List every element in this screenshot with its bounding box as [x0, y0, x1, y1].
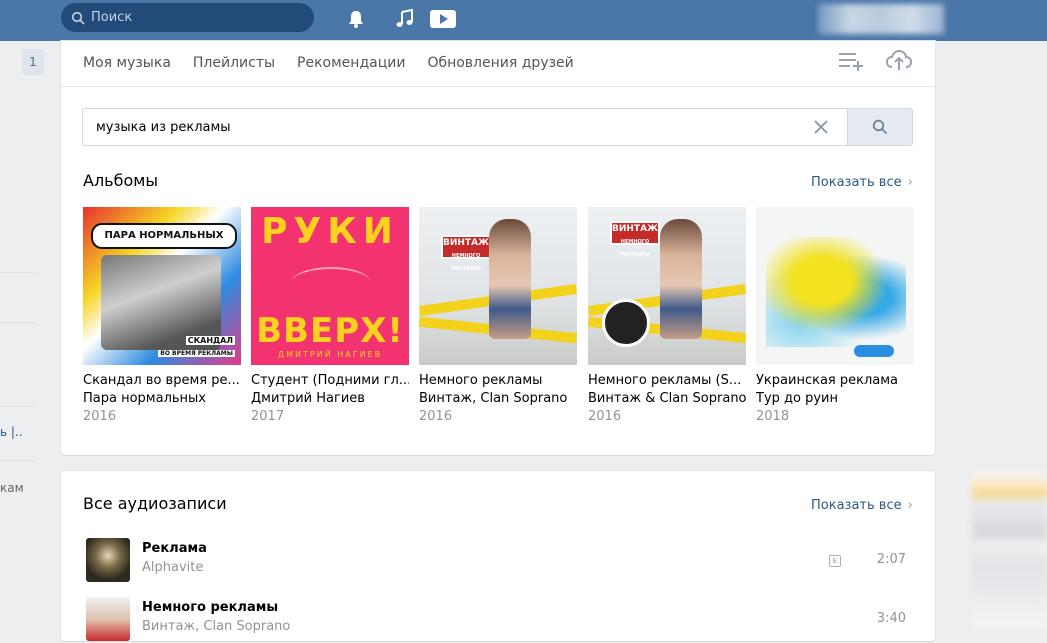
- user-profile-menu[interactable]: [818, 4, 944, 34]
- cover-text: ДМИТРИЙ НАГИЕВ: [277, 350, 383, 359]
- bell-icon[interactable]: [345, 8, 367, 30]
- track-title[interactable]: Реклама: [142, 541, 207, 556]
- all-audio-title: Все аудиозаписи: [83, 494, 227, 513]
- album-cover[interactable]: ПАРА НОРМАЛЬНЫХ СКАНДАЛ ВО ВРЕМЯ РЕКЛАМЫ: [83, 207, 241, 365]
- album-year: 2016: [83, 409, 117, 424]
- cover-person: [489, 219, 531, 339]
- cover-text: ВИНТАЖ: [443, 238, 490, 248]
- album-title[interactable]: Немного рекламы (S...: [588, 373, 746, 388]
- cover-text: ПАРА НОРМАЛЬНЫХ: [91, 223, 237, 249]
- track-artist[interactable]: Винтаж, Clan Soprano: [142, 619, 290, 634]
- sidebar-link-fragment[interactable]: ь |..: [0, 425, 23, 439]
- sidebar-text-fragment: кам: [0, 481, 24, 495]
- all-audio-card: Все аудиозаписи Показать все › Реклама Al…: [61, 471, 935, 641]
- audio-show-all-link[interactable]: Показать все ›: [811, 498, 913, 513]
- track-duration: 2:07: [876, 552, 906, 567]
- audio-show-all-label: Показать все: [811, 498, 902, 513]
- cover-text: ВИНТАЖ: [612, 224, 659, 234]
- video-play-icon[interactable]: [429, 8, 457, 30]
- track-duration: 3:40: [876, 611, 906, 626]
- tab-my-music[interactable]: Моя музыка: [83, 55, 171, 71]
- top-bar: Поиск: [0, 0, 1047, 41]
- cover-person: [660, 219, 702, 339]
- cover-drawing: [291, 267, 371, 299]
- chevron-right-icon: ›: [907, 498, 913, 513]
- sidebar-divider: [0, 322, 36, 323]
- albums-show-all-label: Показать все: [811, 175, 902, 190]
- albums-title: Альбомы: [83, 171, 158, 190]
- cloud-upload-icon[interactable]: [884, 45, 914, 75]
- cover-paint-drop: [854, 345, 894, 357]
- album-title[interactable]: Скандал во время ре...: [83, 373, 241, 388]
- audio-row[interactable]: Реклама Alphavite E 2:07: [86, 538, 916, 584]
- playlist-add-icon[interactable]: [836, 45, 866, 75]
- music-search-button[interactable]: [847, 108, 913, 146]
- search-icon: [71, 11, 85, 25]
- music-search-value: музыка из рекламы: [96, 120, 231, 135]
- album-year: 2016: [419, 409, 453, 424]
- audio-row[interactable]: Немного рекламы Винтаж, Clan Soprano 3:4…: [86, 597, 916, 643]
- track-title[interactable]: Немного рекламы: [142, 600, 278, 615]
- albums-show-all-link[interactable]: Показать все ›: [811, 175, 913, 190]
- global-search-input[interactable]: Поиск: [61, 3, 314, 32]
- album-title[interactable]: Украинская реклама: [756, 373, 914, 388]
- cover-text: РУКИ: [261, 211, 399, 252]
- album-cover[interactable]: ВИНТАЖ НЕМНОГО РЕКЛАМЫ: [419, 207, 577, 365]
- album-card[interactable]: ПАРА НОРМАЛЬНЫХ СКАНДАЛ ВО ВРЕМЯ РЕКЛАМЫ…: [83, 207, 241, 424]
- sidebar-divider: [0, 272, 36, 273]
- music-search-card: Моя музыка Плейлисты Рекомендации Обновл…: [61, 41, 935, 455]
- album-cover[interactable]: [756, 207, 914, 365]
- cover-text: СКАНДАЛ: [185, 336, 235, 345]
- search-icon: [872, 119, 888, 135]
- sidebar-divider: [0, 460, 36, 461]
- album-title[interactable]: Студент (Подними гл...: [251, 373, 409, 388]
- album-cover[interactable]: РУКИ ВВЕРХ! ДМИТРИЙ НАГИЕВ: [251, 207, 409, 365]
- album-card[interactable]: ВИНТАЖ НЕМНОГО РЕКЛАМЫ Немного рекламы (S…: [588, 207, 746, 424]
- album-artist[interactable]: Пара нормальных: [83, 391, 241, 406]
- track-artist[interactable]: Alphavite: [142, 560, 203, 575]
- album-year: 2016: [588, 409, 622, 424]
- album-artist[interactable]: Тур до руин: [756, 391, 914, 406]
- track-cover[interactable]: [86, 538, 130, 582]
- tabs-divider: [61, 86, 935, 87]
- global-search-placeholder: Поиск: [91, 10, 133, 25]
- cover-logo: [602, 299, 650, 347]
- cover-text: ВВЕРХ!: [256, 311, 404, 351]
- cover-sign: ВИНТАЖ НЕМНОГО РЕКЛАМЫ: [610, 221, 660, 258]
- album-card[interactable]: РУКИ ВВЕРХ! ДМИТРИЙ НАГИЕВ Студент (Подн…: [251, 207, 409, 424]
- music-tabs: Моя музыка Плейлисты Рекомендации Обновл…: [83, 41, 596, 85]
- left-counter-badge[interactable]: 1: [22, 49, 44, 75]
- album-year: 2018: [756, 409, 790, 424]
- cover-text: ВО ВРЕМЯ РЕКЛАМЫ: [158, 350, 235, 357]
- album-title[interactable]: Немного рекламы: [419, 373, 577, 388]
- tab-playlists[interactable]: Плейлисты: [193, 55, 275, 71]
- album-year: 2017: [251, 409, 285, 424]
- explicit-badge: E: [829, 555, 841, 567]
- music-note-icon[interactable]: [394, 8, 416, 30]
- album-cover[interactable]: ВИНТАЖ НЕМНОГО РЕКЛАМЫ: [588, 207, 746, 365]
- right-ad-block[interactable]: [972, 470, 1047, 628]
- clear-search-icon[interactable]: [813, 119, 829, 135]
- album-artist[interactable]: Винтаж & Clan Soprano: [588, 391, 746, 406]
- cover-paint-splash: [766, 237, 906, 347]
- tab-friends-updates[interactable]: Обновления друзей: [427, 55, 573, 71]
- music-search-input[interactable]: музыка из рекламы: [82, 108, 847, 146]
- track-cover[interactable]: [86, 597, 130, 641]
- cover-text: НЕМНОГО РЕКЛАМЫ: [620, 239, 650, 258]
- album-artist[interactable]: Винтаж, Clan Soprano: [419, 391, 577, 406]
- album-artist[interactable]: Дмитрий Нагиев: [251, 391, 409, 406]
- album-card[interactable]: ВИНТАЖ НЕМНОГО РЕКЛАМЫ Немного рекламы Ви…: [419, 207, 577, 424]
- sidebar-divider: [0, 406, 36, 407]
- tab-recommendations[interactable]: Рекомендации: [297, 55, 405, 71]
- cover-sign: ВИНТАЖ НЕМНОГО РЕКЛАМЫ: [441, 235, 491, 272]
- album-card[interactable]: Украинская реклама Тур до руин 2018: [756, 207, 914, 424]
- cover-text: НЕМНОГО РЕКЛАМЫ: [451, 253, 481, 272]
- chevron-right-icon: ›: [907, 175, 913, 190]
